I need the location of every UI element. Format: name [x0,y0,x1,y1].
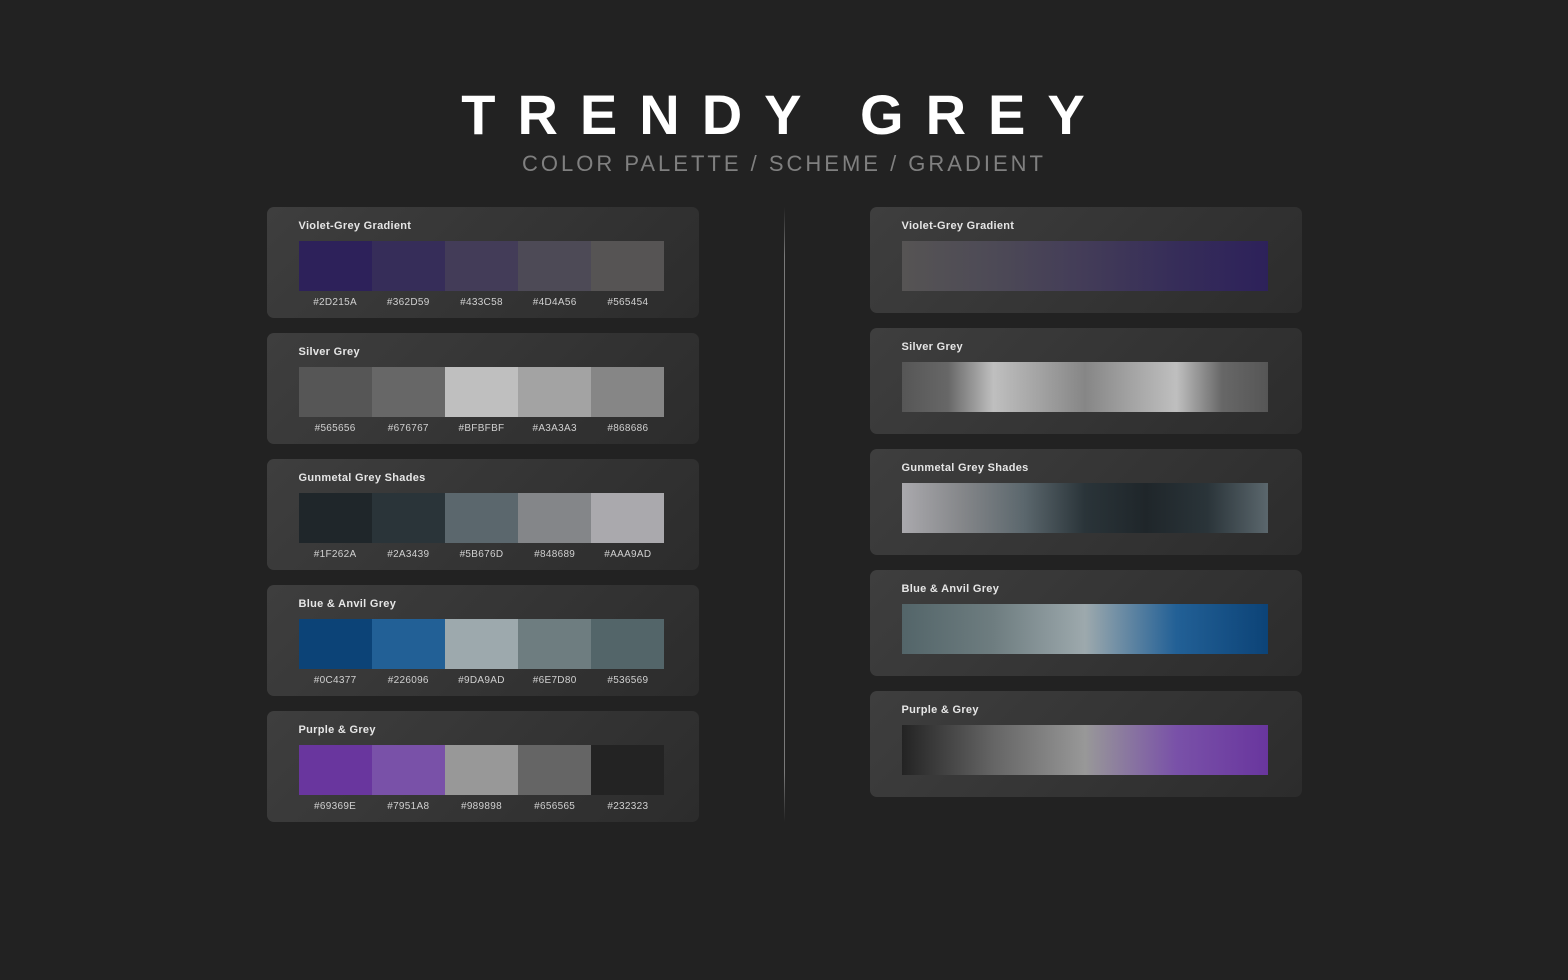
gradient-card: Gunmetal Grey Shades [870,449,1302,555]
hex-label-row: #69369E#7951A8#989898#656565#232323 [299,795,665,812]
hex-label: #565656 [299,423,372,434]
palette-card: Purple & Grey #69369E#7951A8#989898#65656… [267,711,699,822]
hex-label: #989898 [445,801,518,812]
palette-title: Silver Grey [299,346,667,358]
gradient-bar [902,604,1268,654]
gradients-column: Violet-Grey Gradient Silver Grey Gunmetal … [870,207,1302,822]
hex-label: #433C58 [445,297,518,308]
palette-title: Blue & Anvil Grey [299,598,667,610]
color-swatch [372,367,445,417]
gradient-bar [902,362,1268,412]
hex-label: #656565 [518,801,591,812]
color-swatch [518,367,591,417]
hex-label: #232323 [591,801,664,812]
color-swatch [591,493,664,543]
hex-label-row: #565656#676767#BFBFBF#A3A3A3#868686 [299,417,665,434]
hex-label-row: #1F262A#2A3439#5B676D#848689#AAA9AD [299,543,665,560]
gradient-title: Violet-Grey Gradient [902,220,1270,232]
column-divider [784,207,785,822]
color-swatch [299,241,372,291]
palette-card: Violet-Grey Gradient #2D215A#362D59#433C5… [267,207,699,318]
hex-label: #AAA9AD [591,549,664,560]
palette-title: Violet-Grey Gradient [299,220,667,232]
gradient-card: Silver Grey [870,328,1302,434]
color-swatch [445,367,518,417]
color-swatch [518,619,591,669]
page-subtitle: COLOR PALETTE / SCHEME / GRADIENT [461,151,1106,177]
hex-label: #362D59 [372,297,445,308]
color-swatch [445,619,518,669]
swatch-row [299,493,665,543]
color-swatch [299,367,372,417]
gradient-title: Silver Grey [902,341,1270,353]
color-swatch [591,367,664,417]
hex-label: #565454 [591,297,664,308]
swatch-row [299,241,665,291]
color-swatch [445,745,518,795]
color-swatch [445,493,518,543]
color-swatch [372,241,445,291]
color-swatch [591,745,664,795]
hex-label: #6E7D80 [518,675,591,686]
color-swatch [299,745,372,795]
hex-label: #676767 [372,423,445,434]
hex-label: #69369E [299,801,372,812]
hex-label: #9DA9AD [445,675,518,686]
hex-label: #0C4377 [299,675,372,686]
hex-label: #BFBFBF [445,423,518,434]
gradient-title: Blue & Anvil Grey [902,583,1270,595]
swatch-row [299,619,665,669]
hex-label: #848689 [518,549,591,560]
color-swatch [445,241,518,291]
palette-card: Silver Grey #565656#676767#BFBFBF#A3A3A3#… [267,333,699,444]
gradient-card: Violet-Grey Gradient [870,207,1302,313]
color-swatch [518,241,591,291]
color-swatch [591,241,664,291]
hex-label: #1F262A [299,549,372,560]
hex-label-row: #2D215A#362D59#433C58#4D4A56#565454 [299,291,665,308]
hex-label: #4D4A56 [518,297,591,308]
swatches-column: Violet-Grey Gradient #2D215A#362D59#433C5… [267,207,699,822]
page-title: TRENDY GREY [461,82,1106,147]
color-swatch [518,493,591,543]
gradient-title: Purple & Grey [902,704,1270,716]
palette-card: Blue & Anvil Grey #0C4377#226096#9DA9AD#6… [267,585,699,696]
swatch-row [299,745,665,795]
columns: Violet-Grey Gradient #2D215A#362D59#433C5… [267,207,1302,822]
swatch-row [299,367,665,417]
color-swatch [299,493,372,543]
hex-label: #7951A8 [372,801,445,812]
header: TRENDY GREY COLOR PALETTE / SCHEME / GRA… [461,82,1106,177]
palette-title: Purple & Grey [299,724,667,736]
color-swatch [518,745,591,795]
palette-card: Gunmetal Grey Shades #1F262A#2A3439#5B676… [267,459,699,570]
gradient-bar [902,483,1268,533]
hex-label: #5B676D [445,549,518,560]
hex-label: #2A3439 [372,549,445,560]
color-swatch [372,619,445,669]
color-swatch [591,619,664,669]
hex-label: #868686 [591,423,664,434]
gradient-bar [902,725,1268,775]
hex-label: #226096 [372,675,445,686]
color-swatch [372,745,445,795]
color-swatch [372,493,445,543]
hex-label: #536569 [591,675,664,686]
hex-label-row: #0C4377#226096#9DA9AD#6E7D80#536569 [299,669,665,686]
gradient-card: Blue & Anvil Grey [870,570,1302,676]
gradient-title: Gunmetal Grey Shades [902,462,1270,474]
palette-title: Gunmetal Grey Shades [299,472,667,484]
gradient-bar [902,241,1268,291]
hex-label: #A3A3A3 [518,423,591,434]
color-swatch [299,619,372,669]
gradient-card: Purple & Grey [870,691,1302,797]
hex-label: #2D215A [299,297,372,308]
